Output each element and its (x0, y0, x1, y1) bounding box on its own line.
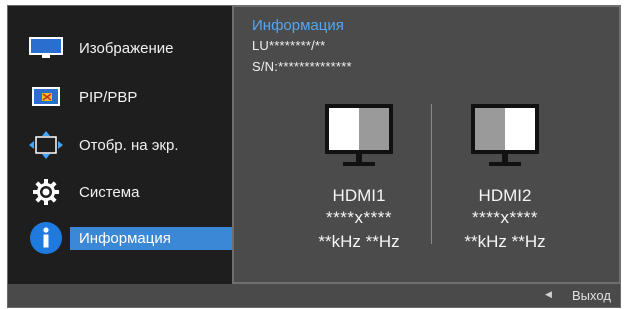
information-panel: Информация LU********/** S/N:***********… (232, 5, 621, 284)
source-resolution: ****x**** (326, 208, 392, 227)
menu-item-system[interactable]: Система (8, 172, 232, 212)
menu-item-label: Система (79, 183, 140, 201)
menu-item-label: PIP/PBP (79, 88, 138, 106)
source-hdmi2: HDMI2 ****x**** **kHz **Hz (435, 102, 575, 252)
info-title: Информация (252, 17, 344, 34)
menu-item-information[interactable]: Информация (8, 218, 232, 258)
monitor-icon (319, 102, 399, 170)
source-frequency: **kHz **Hz (464, 232, 546, 251)
monitor-icon (465, 102, 545, 170)
menu-item-picture[interactable]: Изображение (8, 28, 232, 68)
menu-item-label: Информация (79, 229, 171, 247)
osd-window: Изображение PIP/PBP Отобр. на экр. Систе… (7, 5, 621, 308)
column-divider (431, 104, 432, 244)
source-name: HDMI2 (478, 186, 532, 205)
menu-item-pip-pbp[interactable]: PIP/PBP (8, 77, 232, 117)
onscreen-display-icon (28, 130, 64, 160)
model-code: LU********/** (252, 38, 326, 53)
osd-footer: ◀ Выход (8, 284, 620, 307)
info-icon (28, 222, 64, 254)
source-frequency: **kHz **Hz (318, 232, 400, 251)
picture-monitor-icon (28, 33, 64, 63)
menu-item-onscreen-display[interactable]: Отобр. на экр. (8, 125, 232, 165)
source-resolution: ****x**** (472, 208, 538, 227)
gear-icon (28, 177, 64, 207)
menu-item-label: Отобр. на экр. (79, 136, 179, 154)
pip-pbp-icon (28, 82, 64, 112)
serial-number: S/N:************** (252, 59, 352, 74)
exit-button[interactable]: Выход (572, 288, 611, 303)
source-hdmi1: HDMI1 ****x**** **kHz **Hz (289, 102, 429, 252)
left-arrow-icon: ◀ (545, 289, 552, 299)
osd-menu: Изображение PIP/PBP Отобр. на экр. Систе… (8, 6, 232, 284)
source-name: HDMI1 (332, 186, 386, 205)
menu-item-label: Изображение (79, 39, 174, 57)
